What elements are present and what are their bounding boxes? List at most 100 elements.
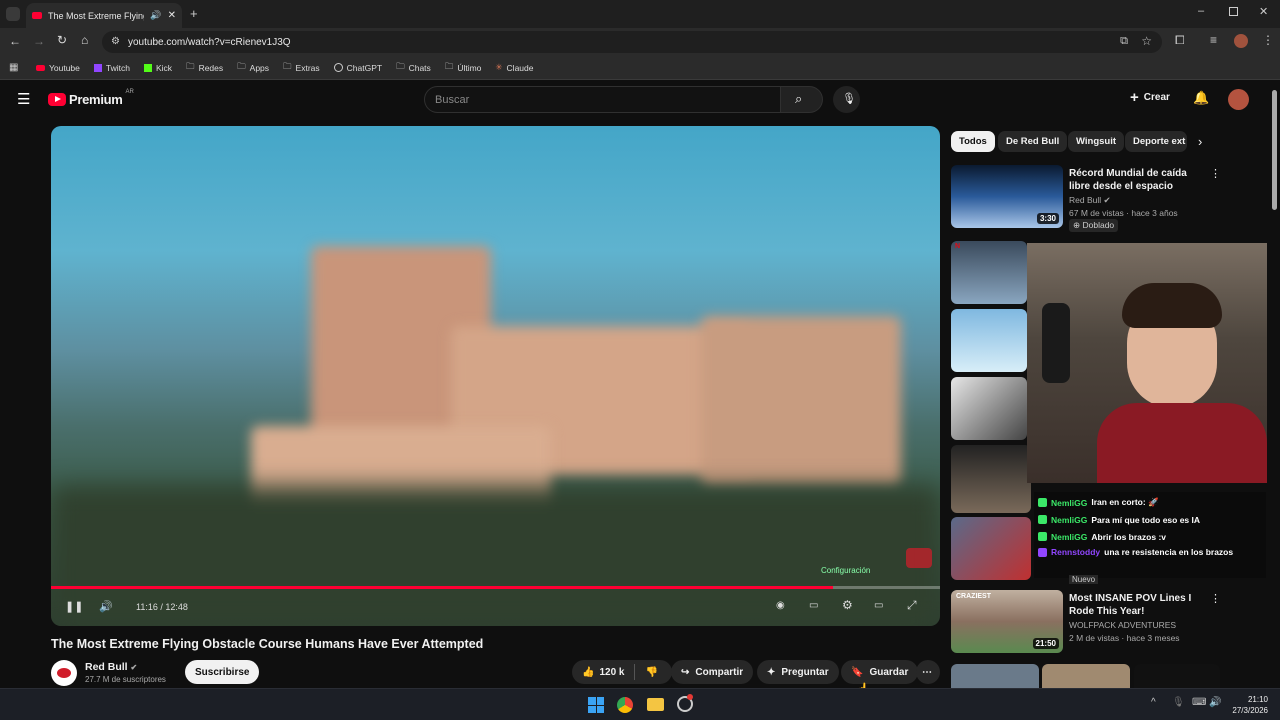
dislike-button[interactable]: 👎 [645, 667, 657, 678]
browser-tab[interactable]: The Most Extreme Flying Ob 🔊 ✕ [26, 3, 182, 28]
chat-text: Abrir los brazos :v [1091, 531, 1167, 542]
site-info-icon[interactable]: ⚙ [111, 36, 120, 47]
volume-icon[interactable]: 🔊 [99, 600, 113, 613]
windows-start-icon[interactable] [588, 697, 604, 713]
video-thumbnail[interactable]: N [951, 241, 1027, 304]
recommendation-item[interactable]: CRAZIEST 21:50 Most INSANE POV Lines I Ro… [951, 590, 1271, 654]
video-thumbnail[interactable] [951, 377, 1027, 440]
home-icon[interactable]: ⌂ [81, 33, 88, 47]
tray-chevron-icon[interactable]: ^ [1151, 697, 1156, 708]
microphone-icon[interactable]: 🎙 [1172, 697, 1185, 708]
file-explorer-icon[interactable] [647, 698, 664, 711]
bookmark-apps[interactable]: 🗀 Apps [237, 61, 269, 75]
bookmark-ultimo[interactable]: 🗀 Último [445, 61, 482, 75]
share-button[interactable]: ↪ Compartir [671, 660, 754, 684]
bookmark-chatgpt[interactable]: ChatGPT [333, 63, 382, 73]
search-icon: ⌕ [795, 91, 803, 106]
video-thumbnail[interactable] [951, 664, 1039, 688]
video-thumbnail[interactable] [1134, 664, 1220, 688]
address-bar[interactable]: ⚙ youtube.com/watch?v=cRienev1J3Q ⧉ ☆ [102, 31, 1162, 53]
app-icon[interactable] [677, 694, 693, 712]
chip-label: De Red Bull [1006, 136, 1060, 147]
duration-badge: 21:50 [1032, 638, 1059, 649]
chip-de-red-bull[interactable]: De Red Bull [998, 131, 1068, 152]
notifications-bell-icon[interactable]: 🔔 [1193, 90, 1209, 106]
new-tab-icon[interactable]: + [190, 6, 198, 21]
more-actions-button[interactable]: ⋯ [916, 660, 940, 684]
hamburger-menu-icon[interactable]: ☰ [17, 90, 30, 108]
folder-icon: 🗀 [186, 60, 195, 71]
more-options-icon[interactable]: ⋮ [1210, 592, 1221, 605]
chip-wingsuit[interactable]: Wingsuit [1068, 131, 1125, 152]
apps-grid-icon[interactable]: ▦ [9, 62, 18, 73]
youtube-logo[interactable]: Premium AR [48, 89, 134, 107]
chevron-right-icon[interactable]: › [1198, 134, 1202, 149]
network-icon[interactable]: ⌨ [1192, 697, 1206, 708]
like-dislike-group: 👍 120 k 👎 [572, 660, 672, 684]
recommendation-title: Most INSANE POV Lines I Rode This Year! [1069, 593, 1192, 617]
profile-avatar[interactable] [1234, 34, 1248, 48]
verified-icon: ✔ [1103, 195, 1111, 205]
volume-icon[interactable]: 🔊 [1209, 697, 1221, 708]
channel-name[interactable]: Red Bull ✔ [85, 661, 137, 673]
search-button[interactable]: ⌕ [781, 86, 823, 113]
recommendation-item[interactable]: 3:30 Récord Mundial de caída libre desde… [951, 165, 1271, 232]
dub-icon: ⊕ [1073, 220, 1081, 230]
more-dots-icon: ⋯ [922, 666, 932, 678]
voice-search-button[interactable]: 🎙 [833, 86, 860, 113]
reading-list-icon[interactable]: ≡ [1210, 33, 1217, 47]
tab-search-button[interactable] [6, 7, 20, 21]
bookmark-star-icon[interactable]: ☆ [1141, 34, 1152, 48]
install-app-icon[interactable]: ⧉ [1120, 35, 1128, 48]
browser-menu-icon[interactable]: ⋮ [1262, 33, 1274, 47]
video-thumbnail[interactable] [951, 517, 1031, 580]
chrome-icon[interactable] [617, 697, 633, 713]
bookmark-label: Redes [198, 62, 224, 73]
window-close-icon[interactable]: ✕ [1259, 5, 1268, 18]
channel-avatar[interactable] [51, 660, 77, 686]
forward-icon[interactable]: → [33, 34, 45, 48]
subscribe-button[interactable]: Suscribirse [185, 660, 260, 684]
save-label: Guardar [869, 666, 909, 678]
clock-time: 21:10 [1247, 695, 1268, 704]
like-button[interactable]: 👍 120 k [582, 667, 624, 678]
save-button[interactable]: 🔖 Guardar [841, 660, 919, 684]
reload-icon[interactable]: ↻ [57, 33, 67, 47]
minimize-icon[interactable]: – [1198, 5, 1204, 17]
bookmark-chats[interactable]: 🗀 Chats [396, 61, 431, 75]
video-thumbnail[interactable] [951, 445, 1031, 513]
bookmark-youtube[interactable]: Youtube [36, 63, 80, 73]
video-player[interactable]: Configuración ❚❚ 🔊 11:16 / 12:48 ◉ ▭ ⚙ ▭… [51, 126, 940, 626]
video-thumbnail[interactable] [951, 309, 1027, 372]
back-icon[interactable]: ← [9, 34, 21, 48]
share-icon: ↪ [681, 666, 690, 678]
subtitles-icon[interactable]: ▭ [809, 600, 818, 611]
pause-icon[interactable]: ❚❚ [65, 600, 83, 613]
clock[interactable]: 21:10 27/3/2026 [1230, 694, 1268, 716]
account-avatar[interactable] [1228, 89, 1249, 110]
page-scrollbar[interactable] [1272, 90, 1277, 210]
fullscreen-icon[interactable]: ⤢ [907, 598, 917, 613]
ask-button[interactable]: ✦ Preguntar [757, 660, 839, 684]
bookmark-label: Youtube [49, 62, 80, 73]
theater-mode-icon[interactable]: ▭ [874, 600, 883, 611]
search-input[interactable]: Buscar [424, 86, 781, 113]
tab-close-icon[interactable]: ✕ [168, 10, 176, 21]
extensions-icon[interactable]: ⧠ [1175, 33, 1185, 48]
bookmark-claude[interactable]: ✳ Claude [495, 62, 533, 73]
chip-deporte-extremo[interactable]: Deporte ext [1125, 131, 1187, 152]
tab-audio-icon[interactable]: 🔊 [150, 10, 161, 21]
video-thumbnail[interactable] [1042, 664, 1130, 688]
settings-gear-icon[interactable]: ⚙ [842, 598, 853, 612]
bookmark-icon: 🔖 [851, 666, 864, 678]
progress-bar[interactable] [51, 586, 940, 589]
bookmark-twitch[interactable]: Twitch [93, 63, 130, 73]
bookmark-extras[interactable]: 🗀 Extras [283, 61, 320, 75]
more-options-icon[interactable]: ⋮ [1210, 167, 1221, 180]
create-button[interactable]: + Crear [1130, 90, 1170, 105]
bookmark-kick[interactable]: Kick [143, 63, 172, 73]
bookmark-redes[interactable]: 🗀 Redes [186, 61, 223, 75]
autoplay-toggle-icon[interactable]: ◉ [776, 600, 785, 611]
restore-icon[interactable] [1229, 7, 1238, 16]
chip-todos[interactable]: Todos [951, 131, 995, 152]
